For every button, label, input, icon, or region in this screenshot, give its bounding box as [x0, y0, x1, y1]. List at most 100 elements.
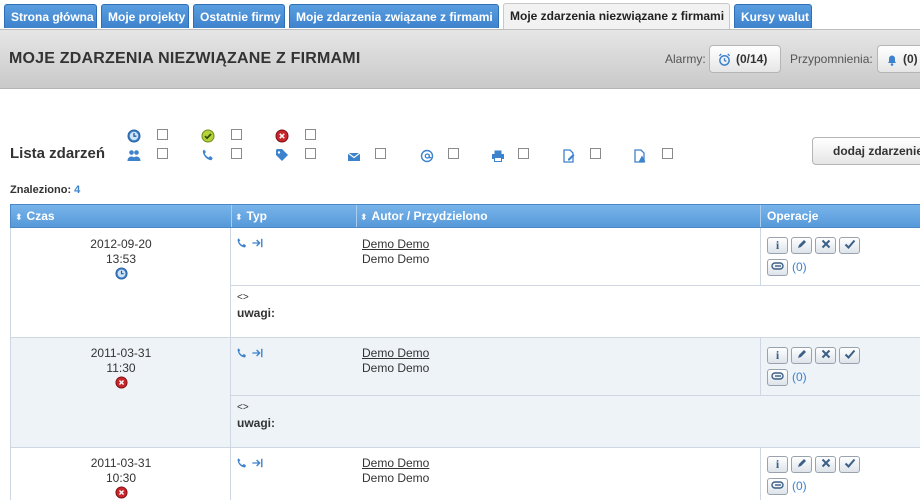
column-separator: [231, 205, 232, 227]
page-header: MOJE ZDARZENIA NIEZWIĄZANE Z FIRMAMI Ala…: [0, 29, 920, 89]
found-label: Znaleziono:: [10, 184, 72, 196]
event-assigned: Demo Demo: [362, 252, 430, 266]
table-row: 2011-03-31 11:30 Demo Demo Demo Demo i (…: [10, 338, 920, 448]
attachment-button[interactable]: [767, 369, 788, 386]
info-button[interactable]: i: [767, 347, 788, 364]
attachment-count[interactable]: (0): [792, 260, 807, 274]
event-date: 2012-09-20: [90, 237, 152, 251]
alarms-count: (0/14): [736, 52, 768, 66]
alarm-clock-icon: [718, 53, 731, 66]
delete-button[interactable]: [815, 237, 836, 254]
checkmark-icon: [844, 349, 855, 359]
cell-divider: [231, 285, 920, 286]
tab-bar: Strona główna Moje projekty Ostatnie fir…: [0, 0, 920, 29]
phone-icon: [237, 458, 247, 468]
clock-icon: [115, 267, 128, 280]
event-time: 13:53: [105, 252, 137, 266]
alarms-button[interactable]: (0/14): [709, 45, 781, 73]
email-at-icon: [420, 149, 434, 163]
filter-checkbox-cancelled[interactable]: [305, 129, 316, 140]
page-title: MOJE ZDARZENIA NIEZWIĄZANE Z FIRMAMI: [9, 50, 361, 67]
info-icon: i: [775, 457, 780, 471]
column-header-author[interactable]: ⬍ Autor / Przydzielono: [360, 205, 488, 227]
attachment-count[interactable]: (0): [792, 370, 807, 384]
checkmark-icon: [844, 458, 855, 468]
column-header-type[interactable]: ⬍ Typ: [235, 205, 267, 227]
filter-checkbox-done[interactable]: [231, 129, 242, 140]
event-date: 2011-03-31: [90, 456, 152, 470]
tag-icon: [276, 149, 288, 161]
users-icon: [127, 150, 141, 161]
event-author[interactable]: Demo Demo: [362, 456, 429, 470]
attachment-count[interactable]: (0): [792, 479, 807, 493]
cell-divider: [760, 448, 761, 500]
table-row: 2012-09-20 13:53 Demo Demo Demo Demo i (…: [10, 228, 920, 338]
mail-icon: [347, 152, 361, 161]
event-assigned: Demo Demo: [362, 361, 430, 375]
complete-button[interactable]: [839, 237, 860, 254]
close-icon: [821, 458, 830, 468]
filter-checkbox-clock[interactable]: [157, 129, 168, 140]
filter-checkbox-letter[interactable]: [375, 148, 386, 159]
error-icon: [275, 129, 289, 143]
event-type: [236, 237, 264, 252]
note-marker: <>: [237, 292, 249, 303]
complete-button[interactable]: [839, 456, 860, 473]
checkmark-icon: [844, 239, 855, 249]
note-label: uwagi:: [237, 306, 275, 320]
note-marker: <>: [237, 402, 249, 413]
delete-button[interactable]: [815, 456, 836, 473]
filter-checkbox-email[interactable]: [448, 148, 459, 159]
attachment-button[interactable]: [767, 478, 788, 495]
tab-non-company-events[interactable]: Moje zdarzenia niezwiązane z firmami: [503, 3, 730, 29]
reminders-button[interactable]: (0): [877, 45, 920, 73]
delete-button[interactable]: [815, 347, 836, 364]
add-event-button[interactable]: dodaj zdarzenie: [812, 137, 920, 165]
edit-button[interactable]: [791, 237, 812, 254]
event-assigned: Demo Demo: [362, 471, 430, 485]
filter-checkbox-other[interactable]: [662, 148, 673, 159]
filter-checkbox-meeting[interactable]: [157, 148, 168, 159]
tab-my-projects[interactable]: Moje projekty: [101, 4, 189, 28]
event-time: 10:30: [105, 471, 137, 485]
table-header: ⬍ Czas ⬍ Typ ⬍ Autor / Przydzielono Operacj…: [10, 204, 920, 228]
bell-icon: [888, 55, 896, 66]
outgoing-arrow-icon: [252, 348, 263, 358]
edit-button[interactable]: [791, 456, 812, 473]
cell-divider: [760, 228, 761, 285]
paperclip-icon: [771, 262, 784, 270]
tab-company-events[interactable]: Moje zdarzenia związane z firmami: [289, 4, 499, 28]
edit-button[interactable]: [791, 347, 812, 364]
event-date: 2011-03-31: [90, 346, 152, 360]
phone-icon: [237, 238, 247, 248]
complete-button[interactable]: [839, 347, 860, 364]
filter-checkbox-fax[interactable]: [518, 148, 529, 159]
column-separator: [356, 205, 357, 227]
phone-icon: [202, 149, 213, 161]
printer-icon: [492, 150, 504, 162]
tab-recent-companies[interactable]: Ostatnie firmy: [193, 4, 285, 28]
column-header-operations: Operacje: [767, 209, 819, 223]
column-separator: [760, 205, 761, 227]
info-button[interactable]: i: [767, 456, 788, 473]
check-icon: [201, 129, 215, 143]
info-button[interactable]: i: [767, 237, 788, 254]
reminders-count: (0): [903, 52, 918, 66]
event-time: 11:30: [106, 361, 136, 375]
close-icon: [821, 239, 830, 249]
filter-checkbox-task[interactable]: [305, 148, 316, 159]
error-icon: [115, 376, 128, 389]
tab-exchange-rates[interactable]: Kursy walut: [734, 4, 812, 28]
close-icon: [821, 349, 830, 359]
tab-home[interactable]: Strona główna: [4, 4, 97, 28]
outgoing-arrow-icon: [252, 238, 263, 248]
clock-icon: [127, 129, 141, 143]
attachment-button[interactable]: [767, 259, 788, 276]
filter-checkbox-call[interactable]: [231, 148, 242, 159]
event-author[interactable]: Demo Demo: [362, 346, 429, 360]
paperclip-icon: [771, 372, 784, 380]
filter-checkbox-note[interactable]: [590, 148, 601, 159]
column-header-time[interactable]: ⬍ Czas: [15, 205, 55, 227]
pencil-icon: [797, 240, 806, 248]
event-author[interactable]: Demo Demo: [362, 237, 429, 251]
